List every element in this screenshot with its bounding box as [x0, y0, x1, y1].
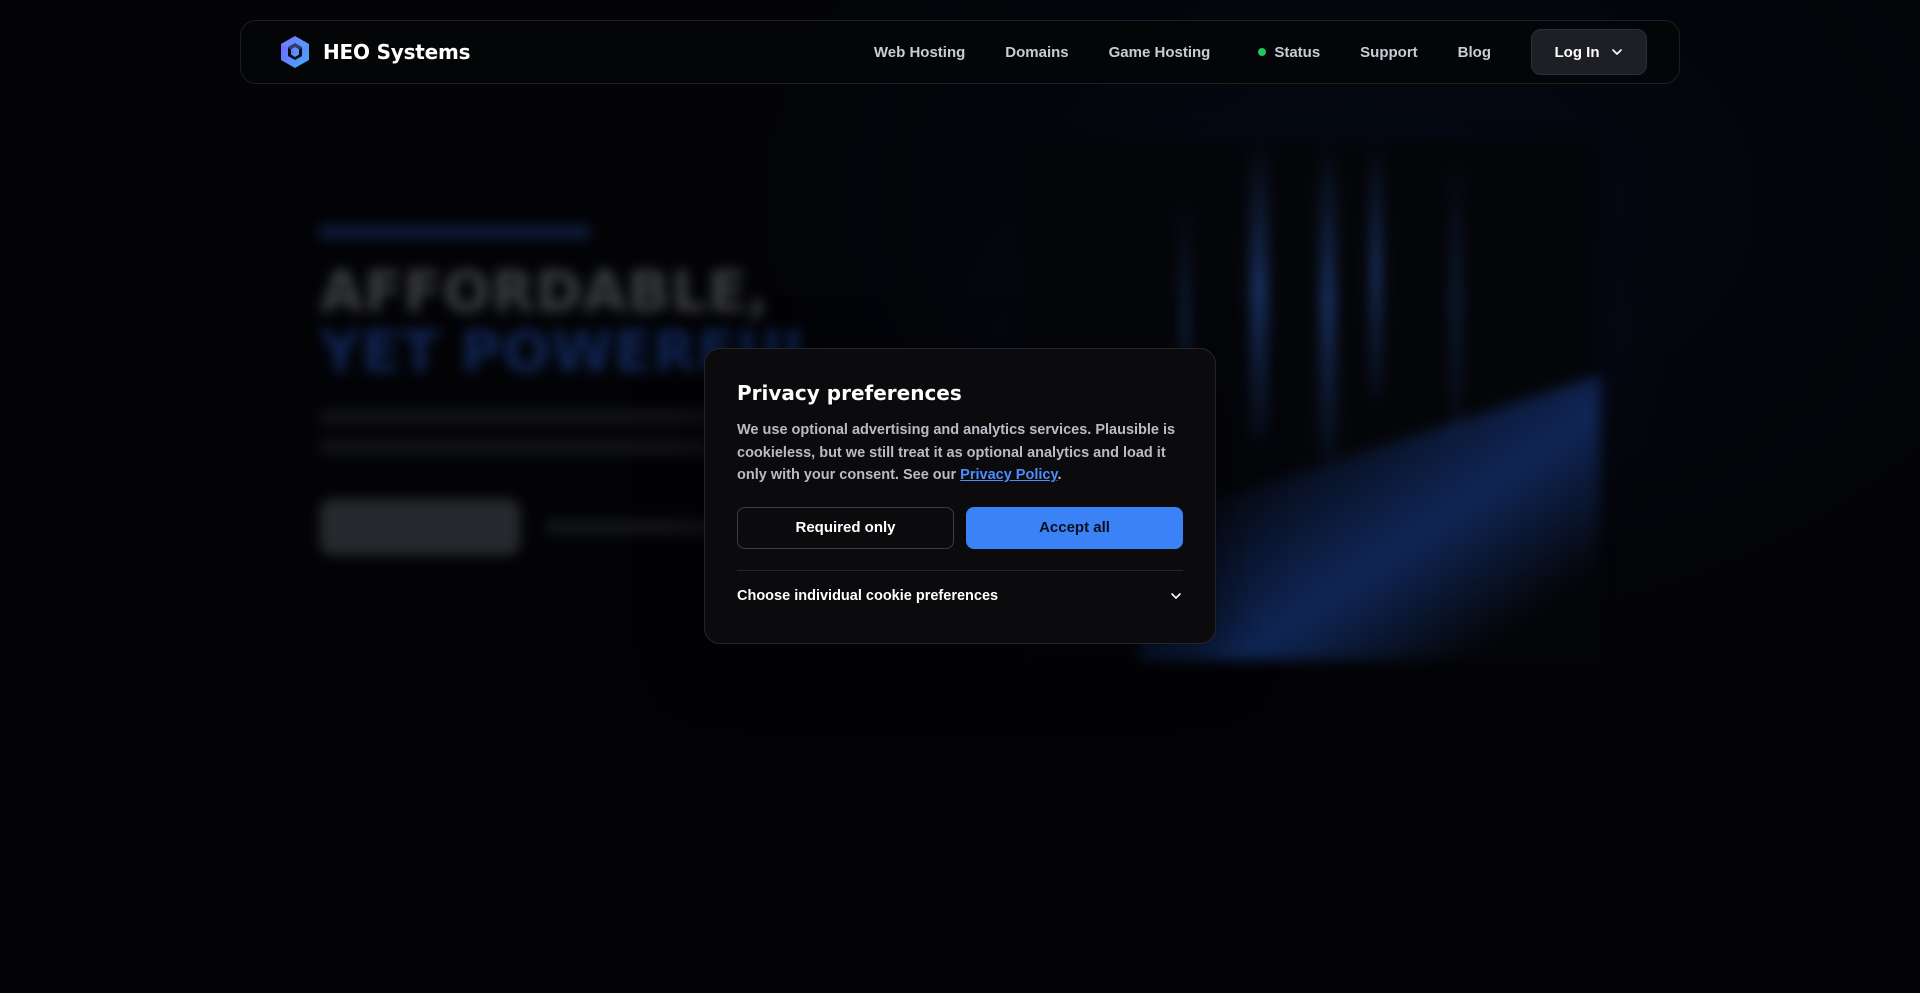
dialog-actions: Required only Accept all	[737, 506, 1183, 549]
dialog-title: Privacy preferences	[737, 381, 962, 405]
privacy-policy-link[interactable]: Privacy Policy	[960, 467, 1057, 483]
login-button[interactable]: Log In	[1531, 29, 1647, 75]
cookie-preferences-toggle[interactable]: Choose individual cookie preferences	[737, 571, 1183, 621]
page: AFFORDABLE, YET POWERFUL HEO Systems Web…	[0, 0, 1920, 993]
nav-link-status[interactable]: Status	[1258, 44, 1320, 61]
nav-link-domains[interactable]: Domains	[1005, 44, 1068, 61]
brand-name: HEO Systems	[323, 40, 471, 64]
nav-links: Web Hosting Domains Game Hosting Status …	[874, 29, 1647, 75]
cookie-preferences-label: Choose individual cookie preferences	[737, 587, 999, 604]
nav-link-status-label: Status	[1274, 43, 1321, 61]
accept-all-button[interactable]: Accept all	[966, 506, 1183, 549]
navbar: HEO Systems Web Hosting Domains Game Hos…	[240, 20, 1680, 84]
login-button-label: Log In	[1554, 43, 1600, 61]
chevron-down-icon	[1171, 592, 1181, 599]
cookie-consent-dialog: Privacy preferences We use optional adve…	[704, 348, 1216, 644]
dialog-body: We use optional advertising and analytic…	[737, 419, 1183, 487]
chevron-down-icon	[1611, 49, 1622, 55]
nav-link-web-hosting[interactable]: Web Hosting	[874, 44, 965, 61]
dialog-body-suffix: .	[1057, 467, 1062, 483]
nav-link-game-hosting[interactable]: Game Hosting	[1109, 44, 1211, 61]
nav-link-support[interactable]: Support	[1360, 44, 1418, 61]
hexagon-cube-logo-icon	[281, 36, 309, 68]
status-dot-icon	[1258, 48, 1267, 56]
dialog-body-text: We use optional advertising and analytic…	[737, 422, 1176, 483]
nav-link-blog[interactable]: Blog	[1458, 44, 1491, 61]
required-only-button[interactable]: Required only	[737, 506, 954, 549]
brand[interactable]: HEO Systems	[277, 34, 471, 70]
